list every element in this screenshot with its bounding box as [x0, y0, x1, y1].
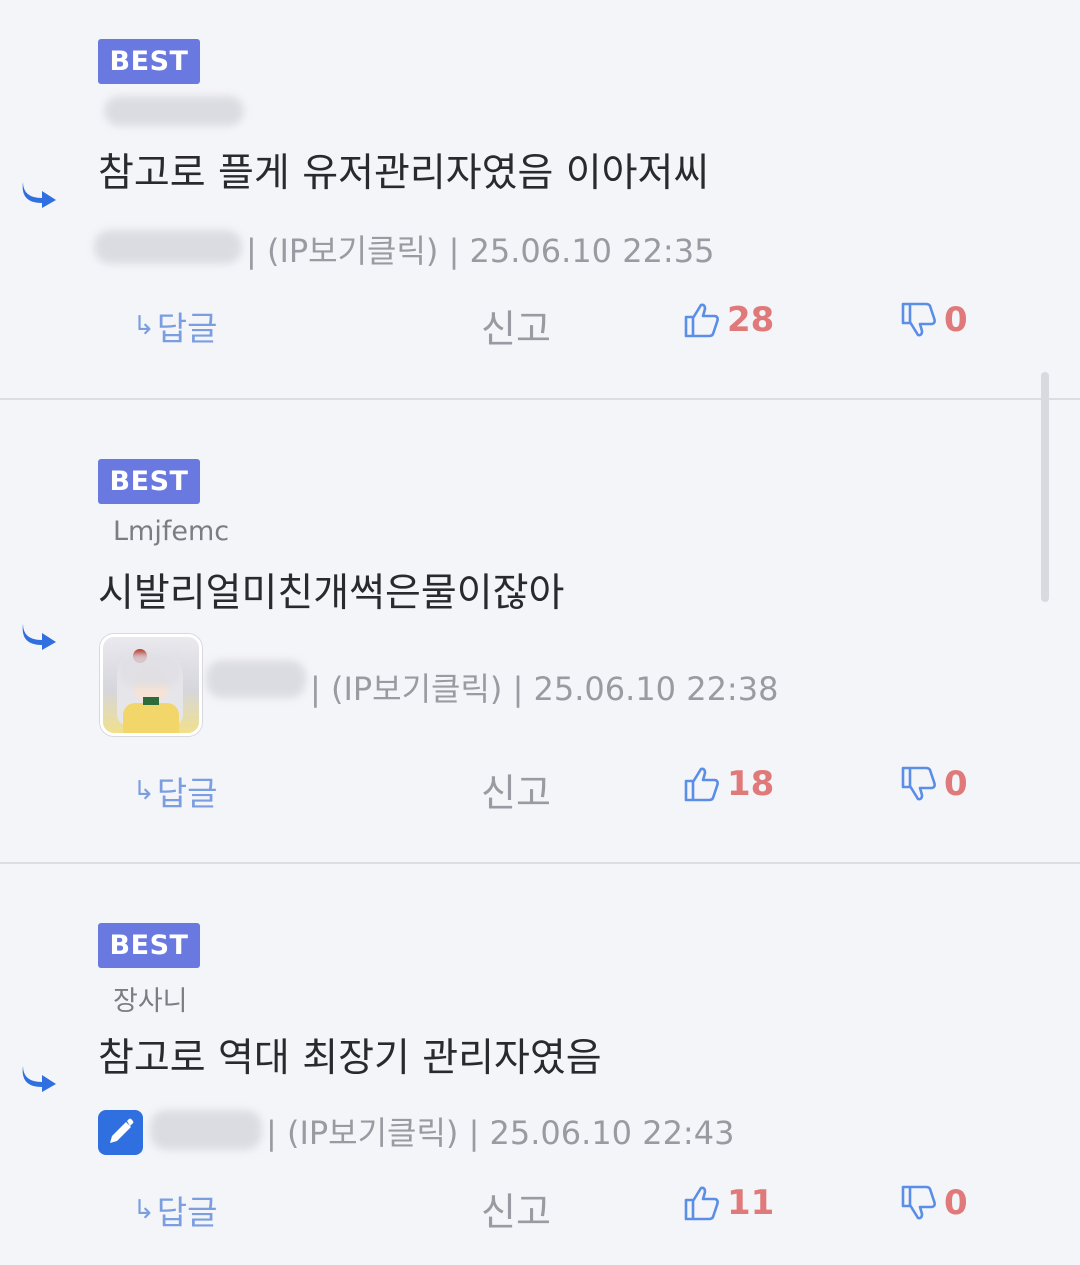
comment-list: BEST 참고로 플게 유저관리자였음 이아저씨 | (IP보기클릭) | 25… [0, 0, 1080, 1265]
reply-small-arrow-icon: ↳ [133, 1195, 155, 1225]
author-name-redacted[interactable] [150, 1110, 262, 1150]
dislike-count: 0 [944, 1183, 968, 1223]
parent-author: 장사니 [113, 986, 188, 1017]
like-count: 11 [727, 1183, 775, 1223]
scrollbar[interactable] [1041, 372, 1049, 602]
dislike-button[interactable]: 0 [900, 1183, 968, 1223]
report-button[interactable]: 신고 [481, 1181, 551, 1236]
best-badge: BEST [98, 923, 200, 968]
reply-label: 답글 [156, 1193, 218, 1232]
comment-item: BEST 장사니 참고로 역대 최장기 관리자였음 | (IP보기클릭) | 2… [0, 0, 1080, 1265]
comment-meta[interactable]: | (IP보기클릭) | 25.06.10 22:43 [266, 1108, 734, 1154]
comment-text: 참고로 역대 최장기 관리자였음 [98, 1036, 602, 1081]
reply-button[interactable]: ↳ 답글 [133, 1186, 218, 1234]
reply-arrow-icon [22, 1066, 56, 1092]
thumbs-down-icon [901, 1185, 936, 1220]
thumbs-up-icon [684, 1186, 719, 1221]
like-button[interactable]: 11 [683, 1183, 774, 1223]
pencil-icon [98, 1110, 143, 1155]
